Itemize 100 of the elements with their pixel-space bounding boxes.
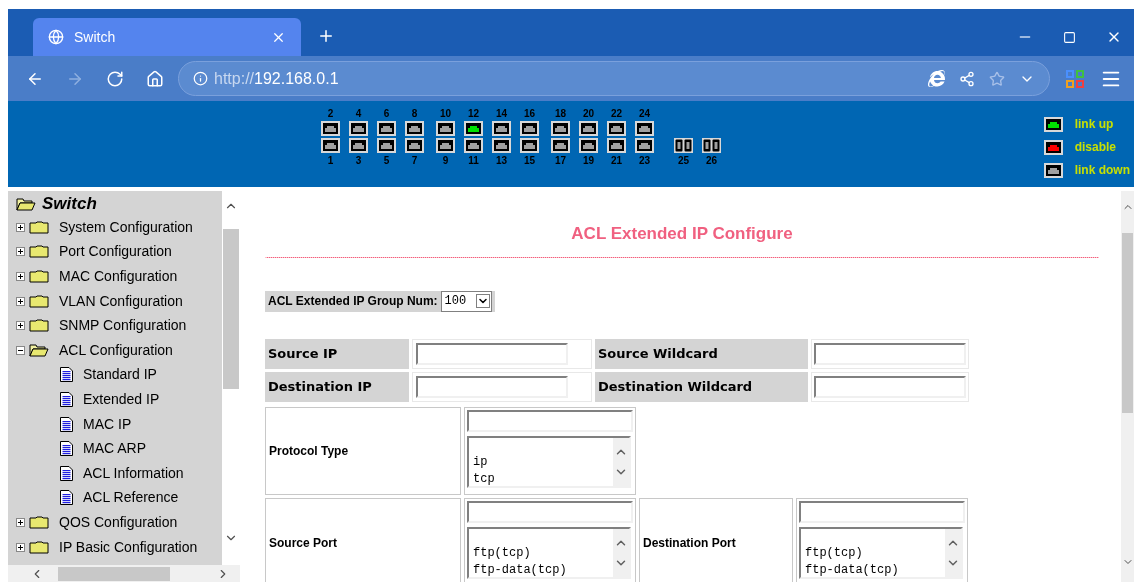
tree-root[interactable]: Switch [42, 191, 97, 217]
port-icon [520, 121, 539, 136]
port-icon [492, 138, 511, 153]
port-icon [492, 121, 511, 136]
port-icon [377, 138, 396, 153]
share-icon[interactable] [959, 70, 975, 87]
tree-leaf[interactable]: Standard IP [83, 364, 157, 386]
tree-leaf[interactable]: MAC IP [83, 413, 132, 435]
folder-icon [29, 294, 49, 308]
tree-leaf[interactable]: ACL Information [83, 462, 184, 484]
legend-label: disable [1074, 139, 1116, 156]
port-number: 20 [582, 108, 595, 119]
browser-logo-icon[interactable] [928, 70, 945, 87]
select-caret-icon [475, 294, 490, 308]
tree-leaf[interactable]: Extended IP [83, 388, 160, 410]
port-number: 24 [638, 108, 651, 119]
home-icon[interactable] [146, 69, 164, 88]
port-icon [579, 138, 598, 153]
list-option[interactable]: ftp-data(tcp) [473, 561, 613, 577]
port-number: 2 [327, 108, 334, 119]
info-icon [193, 71, 208, 86]
tab-title: Switch [74, 27, 117, 47]
expand-icon[interactable] [16, 542, 25, 552]
list-box[interactable]: ftp(tcp) ftp-data(tcp) [799, 526, 963, 579]
fiber-port-icon [674, 138, 693, 153]
fiber-port-icon [702, 138, 721, 153]
port-number: 25 [677, 155, 690, 166]
document-icon [60, 490, 73, 506]
list-option[interactable]: ip [473, 453, 613, 471]
expand-icon[interactable] [16, 517, 25, 527]
collapse-icon[interactable] [16, 345, 25, 355]
input-field[interactable] [416, 375, 568, 398]
tree-item[interactable]: QOS Configuration [59, 511, 178, 533]
group-num-label: ACL Extended IP Group Num: [268, 293, 438, 310]
document-icon [60, 367, 73, 383]
port-number: 21 [610, 155, 623, 166]
vertical-scrollbar[interactable] [1121, 191, 1134, 582]
browser-tab[interactable]: Switch [33, 18, 301, 56]
port-number: 3 [355, 155, 362, 166]
document-icon [60, 391, 73, 407]
field-label: Destination Port [639, 497, 793, 582]
tree-item[interactable]: IP Basic Configuration [59, 536, 198, 558]
folder-icon [29, 220, 49, 234]
port-number: 18 [554, 108, 567, 119]
input-field[interactable] [416, 342, 568, 365]
input-field[interactable] [814, 342, 966, 365]
star-icon[interactable] [989, 70, 1005, 87]
port-icon [436, 121, 455, 136]
new-tab-icon[interactable] [317, 27, 335, 45]
tree-item[interactable]: System Configuration [59, 216, 193, 238]
expand-icon[interactable] [16, 296, 25, 306]
tree-item[interactable]: ACL Configuration [59, 339, 173, 361]
expand-icon[interactable] [16, 222, 25, 232]
input-field[interactable] [814, 375, 966, 398]
tree-item[interactable]: SNMP Configuration [59, 315, 187, 337]
port-number: 22 [610, 108, 623, 119]
port-number: 13 [495, 155, 508, 166]
tree-item[interactable]: Port Configuration [59, 241, 172, 263]
port-icon [607, 121, 626, 136]
expand-icon[interactable] [16, 247, 25, 257]
group-num-select[interactable]: 100 [440, 290, 492, 312]
port-icon [405, 121, 424, 136]
input-field[interactable] [799, 500, 965, 523]
input-field[interactable] [467, 500, 633, 523]
expand-icon[interactable] [16, 272, 25, 281]
port-icon [405, 138, 424, 153]
port-icon [464, 121, 483, 136]
list-box[interactable]: ip tcp [467, 435, 631, 488]
scrollbar-thumb[interactable] [223, 229, 239, 389]
port-icon [551, 138, 570, 153]
expand-icon[interactable] [16, 321, 25, 331]
maximize-icon[interactable] [1063, 30, 1076, 44]
port-number: 26 [705, 155, 718, 166]
tree-item[interactable]: VLAN Configuration [59, 290, 183, 312]
list-option[interactable]: ftp-data(tcp) [805, 561, 945, 577]
port-icon [520, 138, 539, 153]
list-option[interactable]: ftp(tcp) [805, 544, 945, 562]
port-icon [635, 138, 654, 153]
port-icon [607, 138, 626, 153]
port-number: 8 [411, 108, 418, 119]
port-icon [349, 121, 368, 136]
horizontal-scrollbar[interactable] [8, 565, 240, 582]
input-field[interactable] [467, 409, 633, 432]
tree-leaf[interactable]: MAC ARP [83, 438, 146, 460]
folder-icon [29, 245, 49, 259]
url-text: http://192.168.0.1 [214, 68, 339, 89]
port-icon [1043, 162, 1063, 178]
port-icon [436, 138, 455, 153]
reload-icon[interactable] [106, 69, 124, 88]
list-option[interactable]: ftp(tcp) [473, 544, 613, 562]
port-icon [1043, 139, 1063, 155]
field-label: Source IP [265, 338, 409, 369]
list-box[interactable]: ftp(tcp) ftp-data(tcp) [467, 526, 631, 579]
field-label: Source Port [265, 497, 461, 582]
tree-leaf[interactable]: ACL Reference [83, 487, 179, 509]
scrollbar-thumb[interactable] [58, 566, 170, 581]
list-option[interactable]: tcp [473, 470, 613, 486]
port-number: 15 [523, 155, 536, 166]
tree-item[interactable]: MAC Configuration [59, 266, 178, 287]
scrollbar-thumb[interactable] [1122, 233, 1133, 413]
